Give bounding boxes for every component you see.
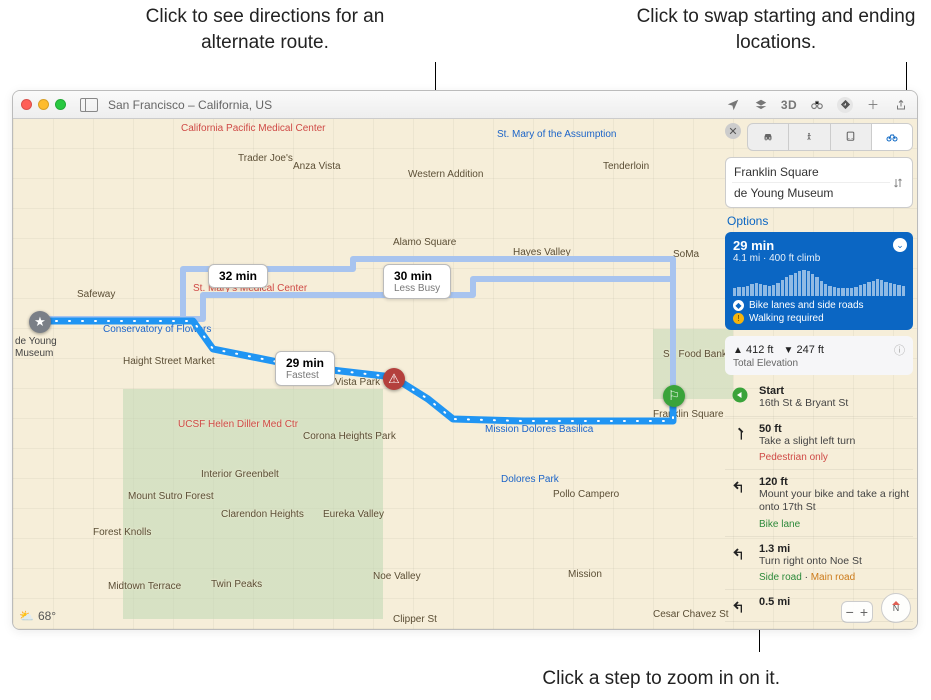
callout-step: Click a step to zoom in on it. xyxy=(300,666,780,692)
toolbar-right: 3D ＋ xyxy=(725,97,909,113)
options-link[interactable]: Options xyxy=(727,214,911,228)
titlebar: San Francisco – California, US 3D ＋ xyxy=(13,91,917,119)
step-text: 0.5 mi xyxy=(759,596,909,615)
info-icon[interactable]: ⓘ xyxy=(894,342,905,358)
weather-icon: ⛅ xyxy=(19,609,34,623)
route-meta: 4.1 mi · 400 ft climb xyxy=(733,253,905,264)
locations-card: Franklin Square de Young Museum xyxy=(725,157,913,208)
route-note-1: ◆ Bike lanes and side roads xyxy=(733,300,905,311)
mode-walk[interactable] xyxy=(789,124,830,150)
callout-alt-route: Click to see directions for an alternate… xyxy=(110,4,420,55)
start-pin[interactable]: ★ xyxy=(29,311,51,333)
weather-widget[interactable]: ⛅ 68° xyxy=(19,609,56,623)
layers-icon[interactable] xyxy=(753,97,769,113)
start-icon xyxy=(729,385,751,410)
destination-pin[interactable]: ⚐ xyxy=(663,385,685,407)
total-elevation-card: ▲ 412 ft ▼ 247 ft ⓘ Total Elevation xyxy=(725,336,913,375)
add-icon[interactable]: ＋ xyxy=(865,97,881,113)
swap-locations-button[interactable] xyxy=(890,172,906,194)
down-arrow-icon: ▼ xyxy=(784,345,794,356)
chevron-down-icon[interactable]: ⌄ xyxy=(893,238,907,252)
maps-window: San Francisco – California, US 3D ＋ Cali… xyxy=(12,90,918,630)
binoculars-icon[interactable] xyxy=(809,97,825,113)
step-item[interactable]: 50 ftTake a slight left turnPedestrian o… xyxy=(725,417,913,470)
route-label-alt2[interactable]: 30 min Less Busy xyxy=(383,264,451,299)
step-item[interactable]: 1.3 miTurn right onto Noe StSide road · … xyxy=(725,537,913,590)
left-icon xyxy=(729,596,751,615)
step-text: 50 ftTake a slight left turnPedestrian o… xyxy=(759,423,909,463)
location-icon[interactable] xyxy=(725,97,741,113)
traffic-lights xyxy=(21,99,66,110)
step-item[interactable]: Start16th St & Bryant St xyxy=(725,379,913,417)
from-field[interactable]: Franklin Square xyxy=(732,162,890,183)
step-item[interactable]: 120 ftMount your bike and take a right o… xyxy=(725,470,913,536)
route-time: 29 min xyxy=(733,238,905,253)
directions-panel: ✕ Franklin Square de Young Museum xyxy=(725,123,913,622)
to-field[interactable]: de Young Museum xyxy=(732,183,890,203)
close-panel-button[interactable]: ✕ xyxy=(725,123,741,139)
close-icon[interactable] xyxy=(21,99,32,110)
sidebar-toggle-icon[interactable] xyxy=(80,98,98,112)
weather-temp: 68° xyxy=(38,609,56,623)
transport-mode-segmented xyxy=(747,123,913,151)
fullscreen-icon[interactable] xyxy=(55,99,66,110)
callout-swap: Click to swap starting and ending locati… xyxy=(621,4,931,55)
route-note-2: ! Walking required xyxy=(733,313,905,324)
window-title: San Francisco – California, US xyxy=(108,98,272,112)
directions-icon[interactable] xyxy=(837,97,853,113)
incident-pin[interactable]: ⚠ xyxy=(383,368,405,390)
right-icon xyxy=(729,543,751,583)
warning-icon: ! xyxy=(733,313,744,324)
mode-cycle[interactable] xyxy=(872,124,912,150)
share-icon[interactable] xyxy=(893,97,909,113)
step-text: Start16th St & Bryant St xyxy=(759,385,909,410)
bike-lane-icon: ◆ xyxy=(733,300,744,311)
step-text: 120 ftMount your bike and take a right o… xyxy=(759,476,909,529)
elevation-chart xyxy=(733,270,905,296)
selected-route-card[interactable]: ⌄ 29 min 4.1 mi · 400 ft climb ◆ Bike la… xyxy=(725,232,913,330)
step-item[interactable]: 0.5 mi xyxy=(725,590,913,622)
minimize-icon[interactable] xyxy=(38,99,49,110)
route-label-alt1[interactable]: 32 min xyxy=(208,264,268,288)
steps-list: Start16th St & Bryant St 50 ftTake a slig… xyxy=(725,379,913,622)
3d-icon[interactable]: 3D xyxy=(781,97,797,113)
mode-transit[interactable] xyxy=(831,124,872,150)
up-arrow-icon: ▲ xyxy=(733,345,743,356)
route-label-main[interactable]: 29 min Fastest xyxy=(275,351,335,386)
map-canvas[interactable]: California Pacific Medical CenterSt. Mar… xyxy=(13,119,917,629)
mode-drive[interactable] xyxy=(748,124,789,150)
slight-left-icon xyxy=(729,423,751,463)
step-text: 1.3 miTurn right onto Noe StSide road · … xyxy=(759,543,909,583)
origin-label: de YoungMuseum xyxy=(15,336,57,360)
right-icon xyxy=(729,476,751,529)
